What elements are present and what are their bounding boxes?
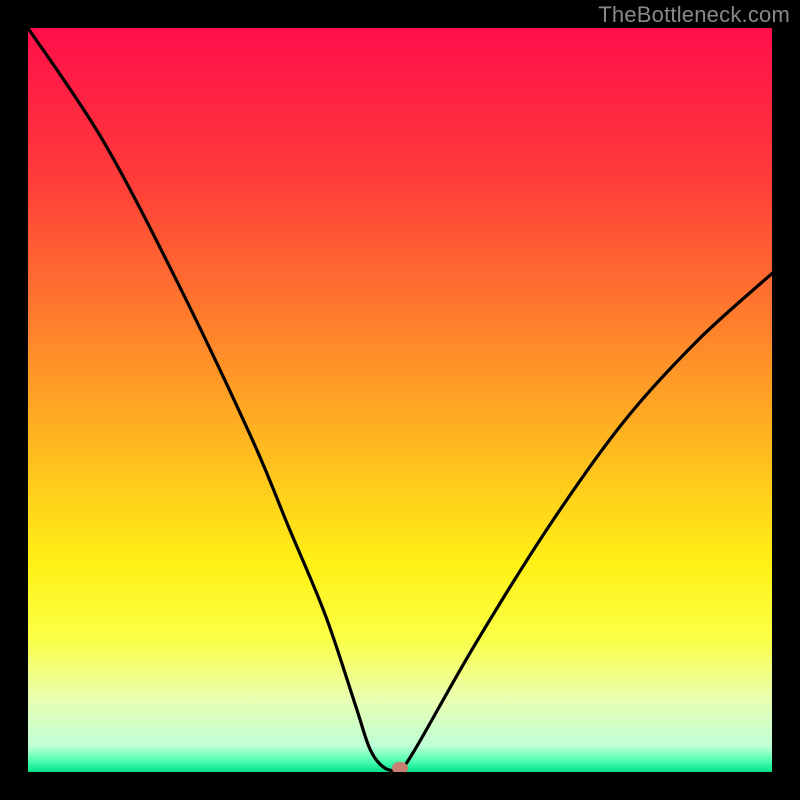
plot-area [28,28,772,772]
chart-background [28,28,772,772]
chart-svg [28,28,772,772]
watermark-text: TheBottleneck.com [598,2,790,28]
chart-frame: TheBottleneck.com [0,0,800,800]
